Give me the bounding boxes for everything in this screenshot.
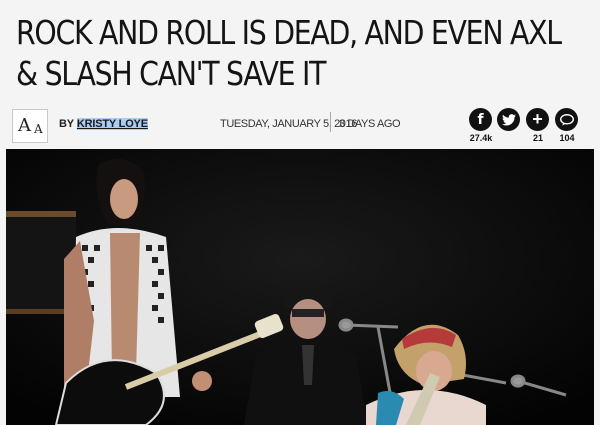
relative-time: 3 DAYS AGO: [339, 118, 401, 130]
author-link[interactable]: KRISTY LOYE: [76, 118, 148, 130]
article-headline: ROCK AND ROLL IS DEAD, AND EVEN AXL & SL…: [16, 13, 562, 93]
font-size-small-icon[interactable]: A: [34, 122, 43, 136]
share-facebook[interactable]: f 27.4k: [469, 108, 493, 143]
twitter-icon[interactable]: [497, 108, 520, 131]
byline-prefix: BY: [59, 118, 74, 130]
hero-photo: [6, 149, 594, 425]
font-size-large-icon[interactable]: A: [18, 115, 31, 136]
article-meta-bar: A A BY KRISTY LOYE TUESDAY, JANUARY 5, 20…: [0, 104, 600, 148]
comment-count: 104: [559, 133, 575, 143]
comment-icon[interactable]: [555, 108, 578, 131]
facebook-icon[interactable]: f: [469, 108, 492, 131]
share-comments[interactable]: 104: [555, 108, 579, 143]
publish-date: TUESDAY, JANUARY 5, 2016: [220, 118, 357, 130]
font-size-toggle[interactable]: A A: [12, 109, 48, 143]
plus-icon[interactable]: +: [526, 108, 549, 131]
facebook-share-count: 27.4k: [469, 133, 493, 143]
meta-divider: [330, 112, 331, 132]
byline: BY KRISTY LOYE: [59, 118, 148, 130]
share-twitter[interactable]: [497, 108, 521, 133]
